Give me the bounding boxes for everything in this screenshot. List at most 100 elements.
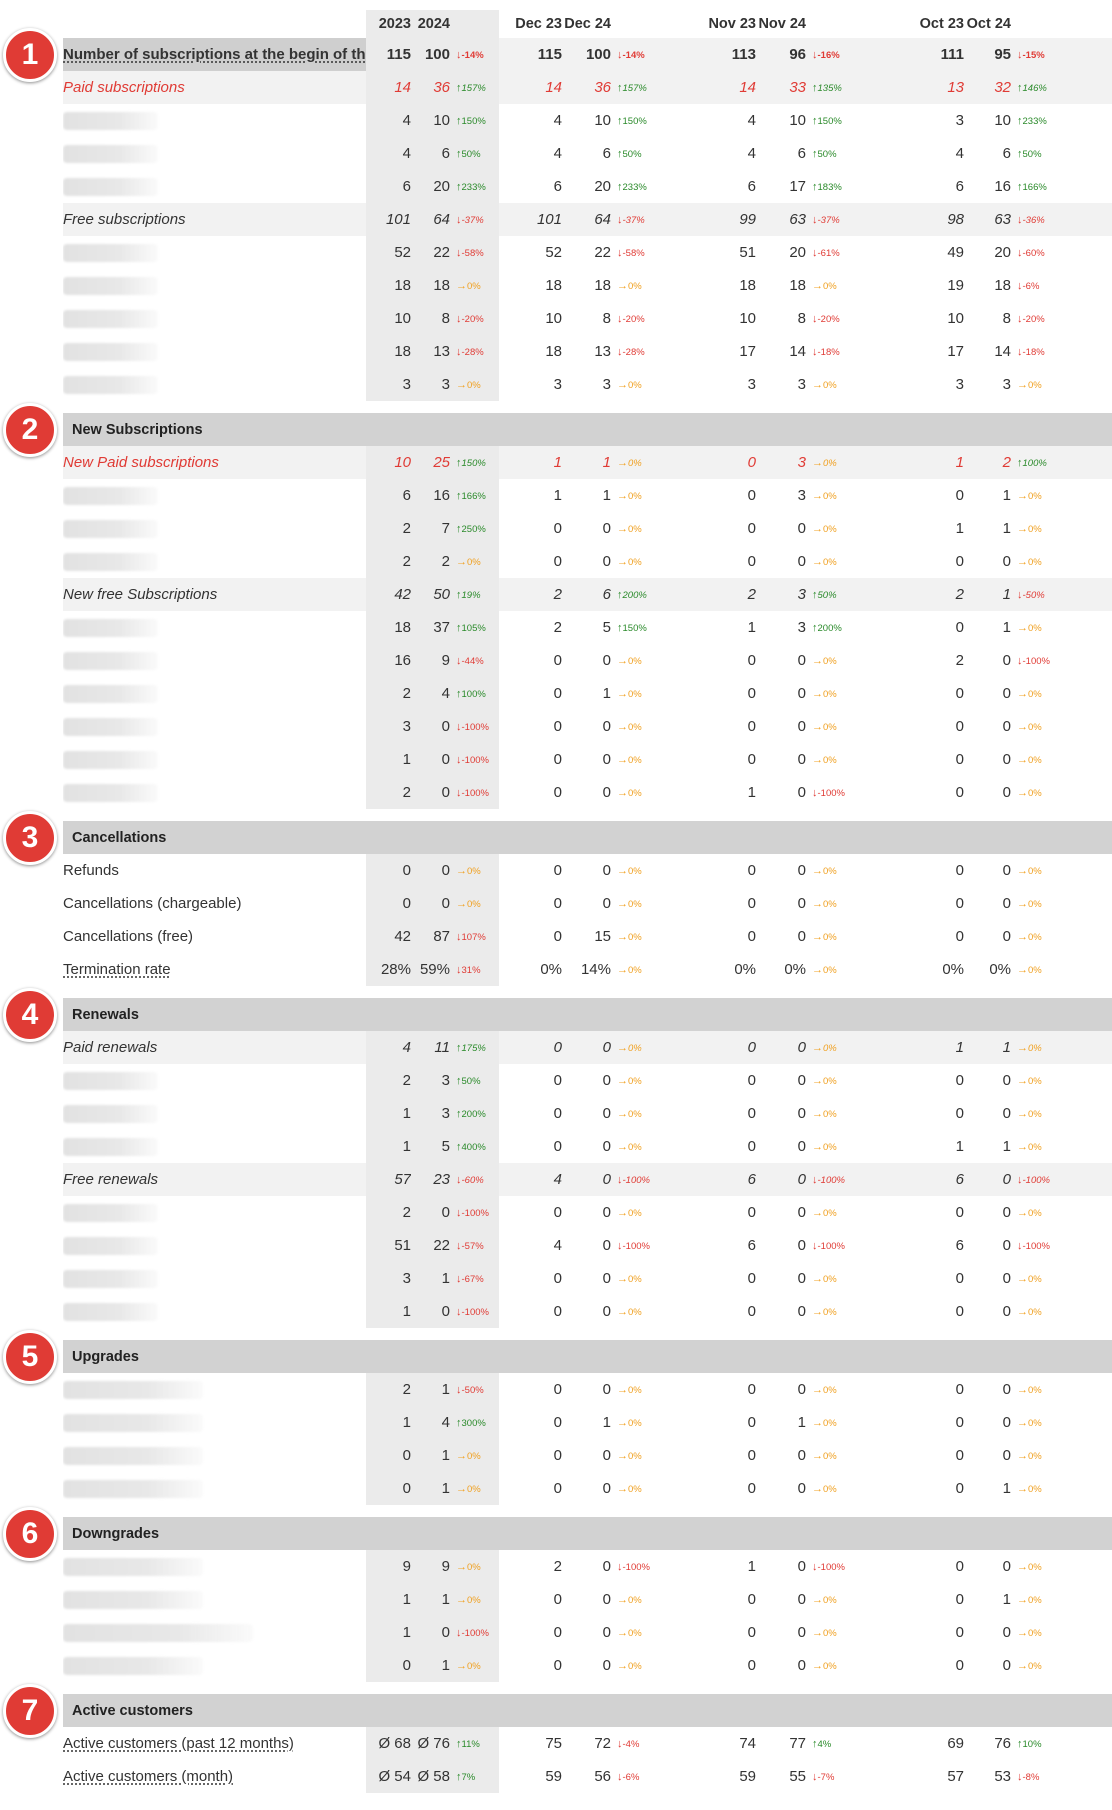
row-label-text: Free renewals: [63, 1171, 159, 1188]
change-percent: 0%: [823, 1108, 837, 1120]
arrow-right-icon: →: [812, 864, 823, 877]
change-percent: 0%: [628, 1273, 642, 1285]
row-label-text[interactable]: Active customers (month): [63, 1768, 233, 1785]
value-cell: 0: [677, 479, 756, 512]
value-cell: 6: [872, 1163, 964, 1196]
change-percent: 0%: [1028, 622, 1042, 634]
change-cell: →0%: [456, 887, 499, 920]
value-cell: 1: [411, 1472, 456, 1505]
arrow-right-icon: →: [812, 963, 823, 976]
value-cell: 1: [562, 1406, 617, 1439]
change-cell: ↑50%: [812, 137, 872, 170]
column-header: [456, 10, 499, 38]
change-cell: ↑166%: [1017, 170, 1112, 203]
change-cell: →0%: [812, 446, 872, 479]
value-cell: 0: [411, 743, 456, 776]
change-percent: 107%: [461, 931, 486, 943]
change-percent: -7%: [817, 1771, 835, 1783]
change-percent: 0%: [823, 931, 837, 943]
redacted-label: [63, 309, 158, 328]
change-cell: ↑400%: [456, 1130, 499, 1163]
group-row: Paid renewals 4 11 ↑175% 0 0 →0% 0 0 →0% 1 1 →0%: [63, 1031, 1112, 1064]
value-cell: 5: [411, 1130, 456, 1163]
change-cell: →0%: [1017, 1472, 1112, 1505]
row-label-text[interactable]: Active customers (past 12 months): [63, 1735, 294, 1752]
change-cell: →0%: [1017, 776, 1112, 809]
change-cell: →0%: [812, 854, 872, 887]
arrow-right-icon: →: [812, 1140, 823, 1153]
value-cell: 6: [677, 1229, 756, 1262]
data-row: 2 0 ↓-100% 0 0 →0% 1 0 ↓-100% 0 0 →0%: [63, 776, 1112, 809]
value-cell: 0: [756, 1649, 812, 1682]
row-label: [63, 1406, 366, 1439]
change-cell: ↑50%: [617, 137, 677, 170]
arrow-right-icon: →: [812, 720, 823, 733]
row-label: [63, 611, 366, 644]
change-cell: →0%: [812, 368, 872, 401]
value-cell: 0: [366, 1439, 411, 1472]
arrow-right-icon: →: [1017, 621, 1028, 634]
value-cell: 14: [677, 71, 756, 104]
value-cell: 0: [964, 920, 1017, 953]
value-cell: 0: [756, 512, 812, 545]
change-percent: -100%: [622, 1240, 650, 1252]
section-title: Downgrades: [63, 1517, 1112, 1550]
change-cell: →0%: [617, 1097, 677, 1130]
change-cell: →0%: [1017, 611, 1112, 644]
change-cell: →0%: [812, 1031, 872, 1064]
change-percent: 200%: [461, 1108, 486, 1120]
row-label-text: Cancellations (chargeable): [63, 895, 242, 912]
arrow-right-icon: →: [617, 1659, 628, 1672]
value-cell: 0: [872, 887, 964, 920]
value-cell: 0: [756, 1031, 812, 1064]
value-cell: 1: [964, 512, 1017, 545]
change-percent: 0%: [628, 1306, 642, 1318]
value-cell: 10: [366, 302, 411, 335]
value-cell: 14: [964, 335, 1017, 368]
arrow-right-icon: →: [1017, 1383, 1028, 1396]
redacted-label: [63, 618, 158, 637]
change-percent: -100%: [817, 1240, 845, 1252]
value-cell: 2: [366, 677, 411, 710]
value-cell: 0: [756, 1130, 812, 1163]
value-cell: 33: [756, 71, 812, 104]
change-cell: ↓-100%: [812, 776, 872, 809]
change-percent: 0%: [628, 556, 642, 568]
arrow-right-icon: →: [617, 1074, 628, 1087]
value-cell: 113: [677, 38, 756, 71]
summary-row: Number of subscriptions at the begin of …: [63, 38, 1112, 71]
value-cell: 0: [499, 1439, 562, 1472]
row-label: [63, 236, 366, 269]
value-cell: 0: [499, 1583, 562, 1616]
value-cell: 18: [756, 269, 812, 302]
change-percent: 0%: [628, 787, 642, 799]
value-cell: 0%: [677, 953, 756, 986]
change-percent: 0%: [1028, 1483, 1042, 1495]
row-label-text[interactable]: Termination rate: [63, 961, 171, 978]
value-cell: 1: [499, 446, 562, 479]
value-cell: 20: [964, 236, 1017, 269]
row-label: [63, 1583, 366, 1616]
arrow-right-icon: →: [617, 378, 628, 391]
change-percent: 0%: [628, 379, 642, 391]
value-cell: 0: [964, 1295, 1017, 1328]
change-percent: 0%: [823, 1042, 837, 1054]
value-cell: 0: [872, 1406, 964, 1439]
value-cell: 100: [562, 38, 617, 71]
arrow-right-icon: →: [812, 555, 823, 568]
change-cell: →0%: [1017, 512, 1112, 545]
change-percent: 105%: [461, 622, 486, 634]
value-cell: 17: [677, 335, 756, 368]
change-cell: →0%: [1017, 479, 1112, 512]
value-cell: 0: [562, 1163, 617, 1196]
value-cell: 0: [964, 1373, 1017, 1406]
change-percent: 0%: [628, 655, 642, 667]
arrow-right-icon: →: [812, 456, 823, 469]
change-percent: 233%: [622, 181, 647, 193]
value-cell: 99: [677, 203, 756, 236]
column-header: Nov 23: [708, 16, 756, 32]
value-cell: 0: [756, 920, 812, 953]
value-cell: 1: [872, 446, 964, 479]
change-percent: -100%: [1022, 655, 1050, 667]
value-cell: 14: [756, 335, 812, 368]
